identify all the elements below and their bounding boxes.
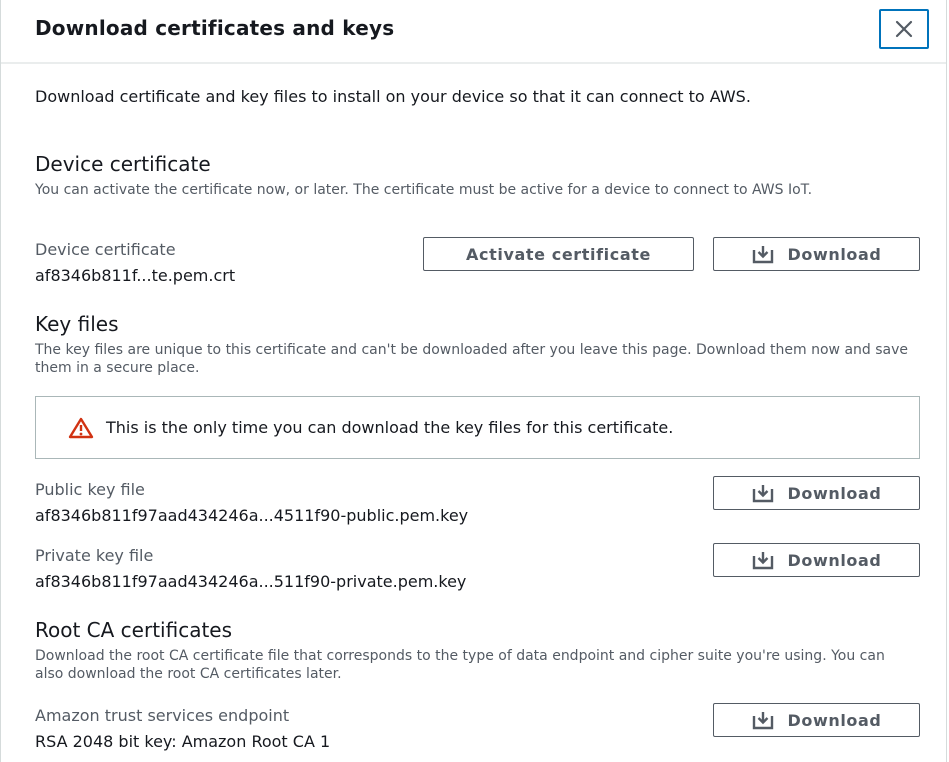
device-certificate-label: Device certificate bbox=[35, 240, 176, 259]
download-icon bbox=[752, 483, 774, 503]
root-ca-description: Download the root CA certificate file th… bbox=[35, 648, 885, 682]
public-key-filename: af8346b811f97aad434246a...4511f90-public… bbox=[35, 506, 469, 525]
warning-message: This is the only time you can download t… bbox=[106, 418, 674, 437]
download-public-key-button[interactable]: Download bbox=[713, 476, 920, 510]
private-key-label: Private key file bbox=[35, 546, 154, 565]
close-icon bbox=[894, 19, 914, 39]
modal-header: Download certificates and keys bbox=[1, 0, 946, 64]
device-certificate-heading: Device certificate bbox=[35, 152, 211, 176]
download-icon bbox=[752, 550, 774, 570]
device-certificate-description: You can activate the certificate now, or… bbox=[35, 182, 813, 198]
public-key-label: Public key file bbox=[35, 480, 145, 499]
download-label: Download bbox=[787, 483, 882, 503]
modal-intro-text: Download certificate and key files to in… bbox=[35, 87, 751, 106]
download-icon bbox=[752, 244, 774, 264]
key-files-description: The key files are unique to this certifi… bbox=[35, 342, 909, 376]
root-ca-heading: Root CA certificates bbox=[35, 618, 233, 642]
download-private-key-button[interactable]: Download bbox=[713, 543, 920, 577]
download-icon bbox=[752, 710, 774, 730]
download-root-ca-button[interactable]: Download bbox=[713, 703, 920, 737]
private-key-filename: af8346b811f97aad434246a...511f90-private… bbox=[35, 572, 467, 591]
close-button[interactable] bbox=[879, 9, 929, 49]
modal-title: Download certificates and keys bbox=[35, 16, 395, 40]
key-files-warning-alert: This is the only time you can download t… bbox=[35, 396, 920, 459]
download-certificates-modal: Download certificates and keys Download … bbox=[0, 0, 947, 762]
activate-certificate-button[interactable]: Activate certificate bbox=[423, 237, 694, 271]
amazon-trust-endpoint-label: Amazon trust services endpoint bbox=[35, 706, 290, 725]
key-files-heading: Key files bbox=[35, 312, 119, 336]
root-ca-key-name: RSA 2048 bit key: Amazon Root CA 1 bbox=[35, 732, 331, 751]
activate-certificate-label: Activate certificate bbox=[466, 244, 651, 264]
download-label: Download bbox=[787, 244, 882, 264]
download-device-certificate-button[interactable]: Download bbox=[713, 237, 920, 271]
download-label: Download bbox=[787, 710, 882, 730]
warning-icon bbox=[68, 417, 94, 439]
download-label: Download bbox=[787, 550, 882, 570]
device-certificate-filename: af8346b811f...te.pem.crt bbox=[35, 266, 236, 285]
